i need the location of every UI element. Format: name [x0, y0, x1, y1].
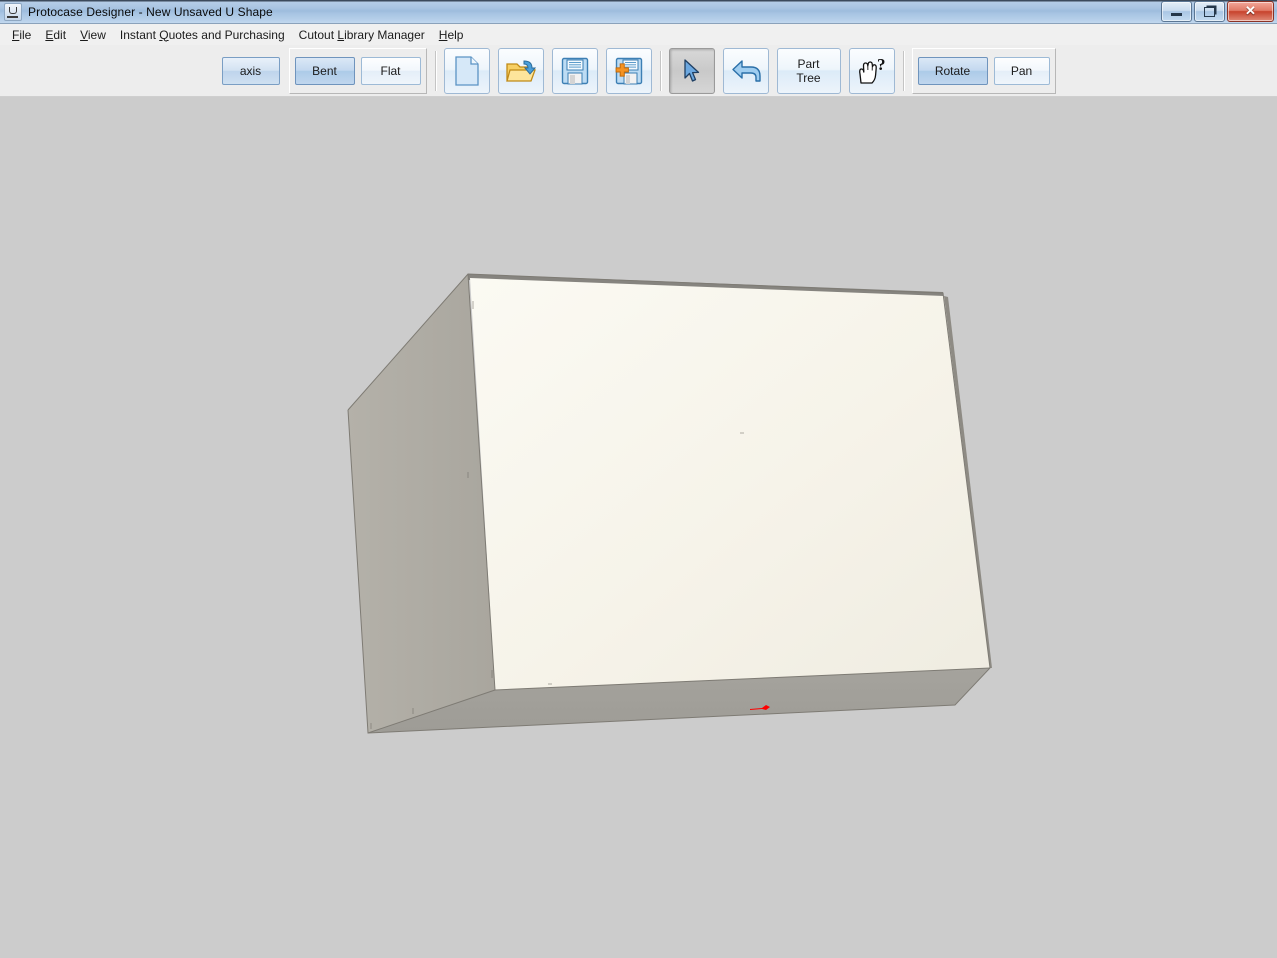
mouse-pointer-icon — [683, 58, 699, 82]
close-button[interactable]: ✕ — [1227, 1, 1274, 22]
new-document-icon — [454, 55, 479, 86]
context-help-button[interactable]: ? — [848, 47, 895, 94]
toolbar-separator-2 — [659, 50, 662, 91]
title-bar: Protocase Designer - New Unsaved U Shape… — [0, 0, 1277, 24]
save-button[interactable] — [551, 47, 598, 94]
menu-item-help[interactable]: Help — [432, 26, 471, 44]
menu-help-post: elp — [447, 27, 464, 42]
menu-cutout-post: ibrary Manager — [344, 27, 425, 42]
maximize-button[interactable] — [1194, 1, 1225, 22]
view-mode-group: Bent Flat — [288, 47, 427, 94]
menu-edit-post: dit — [53, 27, 67, 42]
axis-button[interactable]: axis — [221, 56, 280, 85]
navigation-mode-group: Rotate Pan — [911, 47, 1056, 94]
floppy-disk-plus-icon — [615, 57, 642, 84]
save-as-button[interactable] — [605, 47, 652, 94]
application-window: Protocase Designer - New Unsaved U Shape… — [0, 0, 1277, 958]
restore-icon — [1204, 7, 1215, 17]
minimize-button[interactable] — [1161, 1, 1192, 22]
menu-quotes-pre: Instant — [119, 27, 160, 42]
part-tree-label-line1: Part — [797, 56, 820, 71]
menu-item-instant-quotes-and-purchasing[interactable]: Instant Quotes and Purchasing — [113, 26, 292, 44]
3d-viewport[interactable] — [0, 97, 1277, 958]
java-coffee-cup-icon — [4, 2, 22, 21]
menu-bar: File Edit View Instant Quotes and Purcha… — [0, 24, 1277, 45]
toolbar-separator-3 — [902, 50, 905, 91]
window-controls: ✕ — [1161, 1, 1274, 22]
menu-item-file[interactable]: File — [5, 26, 38, 44]
menu-item-edit[interactable]: Edit — [38, 26, 73, 44]
menu-item-view[interactable]: View — [73, 26, 113, 44]
menu-file-post: ile — [19, 27, 32, 42]
toolbar-separator-1 — [434, 50, 437, 91]
part-tree-button[interactable]: Part Tree — [776, 47, 841, 94]
undo-button[interactable] — [722, 47, 769, 94]
rotate-button[interactable]: Rotate — [917, 56, 988, 85]
svg-text:?: ? — [877, 57, 886, 74]
close-icon: ✕ — [1245, 3, 1256, 18]
window-title: Protocase Designer - New Unsaved U Shape — [28, 4, 273, 19]
u-shape-enclosure — [347, 273, 992, 734]
select-tool-button[interactable] — [668, 47, 715, 94]
new-file-button[interactable] — [443, 47, 490, 94]
undo-arrow-icon — [731, 59, 761, 82]
pan-button[interactable]: Pan — [993, 56, 1050, 85]
bent-view-button[interactable]: Bent — [294, 56, 355, 85]
flat-view-button[interactable]: Flat — [360, 56, 421, 85]
menu-view-mnemonic: V — [80, 27, 88, 42]
menu-cutout-pre: Cutout — [298, 27, 338, 42]
model-front-face — [470, 278, 990, 690]
open-folder-icon — [505, 59, 536, 82]
open-file-button[interactable] — [497, 47, 544, 94]
menu-quotes-post: uotes and Purchasing — [168, 27, 285, 42]
toolbar: axis Bent Flat Part Tree ? Rotate Pan — [0, 45, 1277, 97]
menu-view-post: iew — [87, 27, 106, 42]
menu-item-cutout-library-manager[interactable]: Cutout Library Manager — [292, 26, 432, 44]
floppy-disk-icon — [561, 57, 588, 84]
help-hand-cursor-icon: ? — [858, 57, 886, 84]
minimize-icon — [1171, 13, 1182, 16]
part-tree-label-line2: Tree — [796, 70, 821, 85]
menu-quotes-mnemonic: Q — [159, 27, 169, 42]
